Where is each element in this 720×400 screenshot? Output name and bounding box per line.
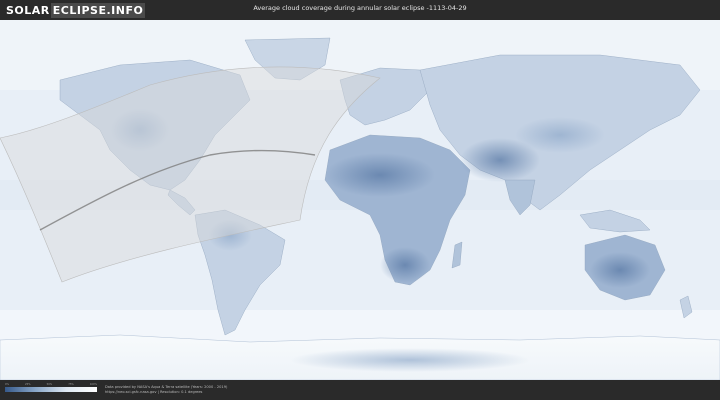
page-title: Average cloud coverage during annular so… [253, 4, 467, 12]
cloud-coverage-map [0, 20, 720, 380]
footer-bar: 0% 25% 50% 75% 100% Data provided by NAS… [0, 380, 720, 400]
credit-line-2: https://neo.sci.gsfc.nasa.gov | Resoluti… [105, 390, 203, 394]
sahara-region [325, 153, 435, 197]
data-credit: Data provided by NASA's Aqua & Terra sat… [105, 385, 227, 395]
southern-africa-region [380, 247, 430, 283]
central-asia-cloud [515, 117, 605, 153]
world-map-svg [0, 20, 720, 380]
australia-interior [590, 252, 650, 288]
antarctica-cloud [290, 348, 530, 372]
header-bar: SOLAR ECLIPSE.INFO Average cloud coverag… [0, 0, 720, 20]
cloud-coverage-legend [5, 387, 97, 392]
